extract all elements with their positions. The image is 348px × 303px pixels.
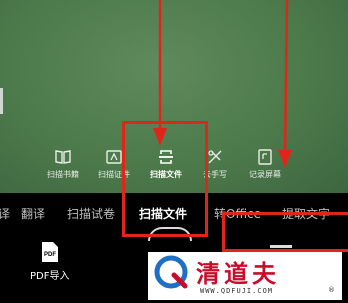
watermark-banner: 清道夫 WWW.QDFUJI.COM ® — [148, 252, 342, 300]
tab-to-office[interactable]: 转Office — [214, 205, 261, 222]
quick-action-label: 扫描文件 — [150, 170, 182, 179]
book-icon — [55, 150, 71, 164]
menu-handle[interactable] — [270, 245, 292, 248]
quick-action-label: 记录屏幕 — [249, 170, 281, 179]
tab-scan-exam[interactable]: 扫描试卷 — [67, 205, 115, 222]
watermark-url: WWW.QDFUJI.COM — [200, 287, 274, 295]
shutter-button[interactable] — [148, 227, 192, 241]
tab-extract-text[interactable]: 提取文字 — [282, 205, 330, 222]
tab-translate-partial[interactable]: 译 — [0, 205, 10, 222]
id-card-icon — [106, 150, 122, 164]
quick-action-scan-doc[interactable]: 扫描文件 — [141, 148, 191, 180]
tab-scan-document[interactable]: 扫描文件 — [139, 205, 187, 222]
tab-translate[interactable]: 翻译 — [21, 205, 45, 222]
screen-record-icon — [258, 149, 272, 165]
pdf-icon-text: PDF — [44, 252, 56, 258]
quick-action-label: 扫描书籍 — [47, 170, 79, 179]
quick-action-scan-book[interactable]: 扫描书籍 — [38, 148, 88, 180]
qdfuji-logo-icon — [154, 255, 188, 289]
quick-action-record-screen[interactable]: 记录屏幕 — [240, 148, 290, 180]
scan-doc-icon — [159, 150, 173, 164]
quick-action-scan-id[interactable]: 扫描证件 — [89, 148, 139, 180]
left-edge-indicator — [0, 88, 3, 114]
watermark-title: 清道夫 — [196, 260, 280, 288]
erase-handwriting-icon — [208, 150, 222, 164]
quick-action-remove-handwriting[interactable]: 去手写 — [190, 148, 240, 180]
quick-action-label: 去手写 — [203, 170, 227, 179]
quick-action-label: 扫描证件 — [98, 170, 130, 179]
registered-mark: ® — [328, 286, 335, 294]
pdf-file-icon: PDF — [42, 242, 58, 262]
pdf-import-button[interactable]: PDF导入 — [30, 267, 69, 282]
